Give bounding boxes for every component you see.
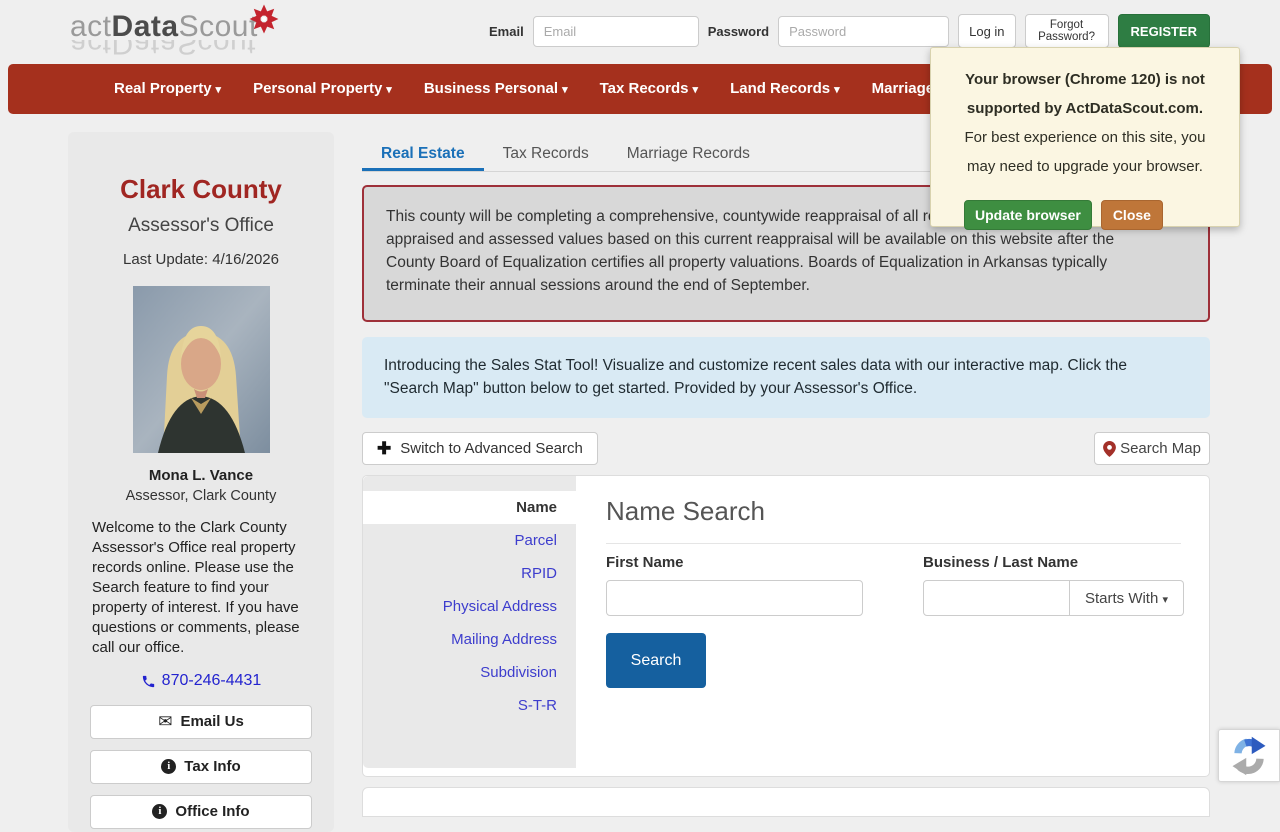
phone-icon [142, 675, 154, 687]
login-button[interactable]: Log in [958, 14, 1016, 48]
search-nav-parcel[interactable]: Parcel [363, 524, 576, 557]
search-button[interactable]: Search [606, 633, 706, 688]
assessor-title: Assessor, Clark County [125, 488, 277, 504]
search-nav-physical-address[interactable]: Physical Address [363, 590, 576, 623]
pane-title: Name Search [606, 496, 765, 526]
last-name-label: Business / Last Name [923, 554, 1079, 571]
next-panel-edge [362, 787, 1210, 817]
logo-part-scout: Scout [178, 10, 258, 43]
chevron-down-icon: ▾ [692, 84, 699, 96]
search-type-nav: Name Parcel RPID Physical Address Mailin… [363, 476, 576, 768]
info-icon: i [152, 804, 168, 819]
popup-message: For best experience on this site, you ma… [964, 129, 1206, 175]
office-subtitle: Assessor's Office [128, 215, 274, 236]
password-field[interactable] [778, 15, 950, 47]
update-browser-button[interactable]: Update browser [964, 200, 1092, 230]
email-us-button[interactable]: ✉ Email Us [90, 704, 312, 739]
assessor-portrait [132, 286, 270, 453]
site-logo[interactable]: actDataScout [70, 10, 258, 44]
nav-tax-records[interactable]: Tax Records ▾ [584, 64, 714, 114]
logo-reflection: actDataScout [70, 40, 257, 60]
search-nav-name[interactable]: Name [363, 491, 576, 524]
search-map-button[interactable]: Search Map [1094, 432, 1210, 465]
first-name-input[interactable] [606, 580, 863, 616]
search-nav-mailing-address[interactable]: Mailing Address [363, 623, 576, 656]
close-popup-button[interactable]: Close [1100, 200, 1163, 230]
browser-warning-popup: Your browser (Chrome 120) is not support… [930, 47, 1240, 230]
nav-land-records[interactable]: Land Records ▾ [714, 64, 856, 114]
chevron-down-icon: ▾ [386, 84, 392, 96]
map-pin-icon [1103, 440, 1116, 457]
logo-part-data: Data [111, 10, 179, 43]
nav-business-personal[interactable]: Business Personal ▾ [408, 64, 584, 114]
chevron-down-icon: ▾ [834, 84, 840, 96]
first-name-label: First Name [606, 554, 684, 571]
last-name-input[interactable] [923, 580, 1070, 616]
phone-link[interactable]: 870-246-4431 [141, 672, 262, 690]
county-title: Clark County [120, 174, 282, 204]
tab-real-estate[interactable]: Real Estate [362, 139, 484, 171]
name-search-pane: Name Search First Name Business / Last N… [576, 476, 1209, 776]
last-update: Last Update: 4/16/2026 [123, 251, 279, 268]
recaptcha-badge[interactable] [1218, 729, 1280, 782]
chevron-down-icon: ▾ [562, 84, 568, 96]
county-sidebar: Clark County Assessor's Office Last Upda… [68, 132, 334, 832]
info-icon: i [161, 759, 177, 774]
welcome-text: Welcome to the Clark County Assessor's O… [92, 519, 300, 656]
divider [606, 543, 1181, 544]
register-button[interactable]: REGISTER [1117, 14, 1210, 48]
phone-number: 870-246-4431 [161, 672, 262, 689]
tab-marriage-records[interactable]: Marriage Records [608, 139, 769, 171]
login-bar: Email Password Log in Forgot Password? R… [489, 14, 1210, 48]
advanced-search-button[interactable]: ✚ Switch to Advanced Search [362, 432, 598, 465]
email-label: Email [489, 23, 524, 39]
search-nav-subdivision[interactable]: Subdivision [363, 656, 576, 689]
email-field[interactable] [532, 15, 699, 47]
chevron-down-icon: ▾ [1162, 593, 1169, 606]
sales-stat-tool-info: Introducing the Sales Stat Tool! Visuali… [362, 337, 1210, 418]
logo-part-act: act [70, 10, 112, 43]
popup-message-bold: Your browser (Chrome 120) is not support… [965, 71, 1205, 117]
password-label: Password [707, 23, 770, 39]
chevron-down-icon: ▾ [215, 84, 222, 96]
recaptcha-icon [1232, 736, 1266, 775]
tax-info-button[interactable]: i Tax Info [90, 749, 312, 784]
plus-icon: ✚ [377, 438, 392, 458]
assessor-name: Mona L. Vance [148, 467, 254, 484]
forgot-password-button[interactable]: Forgot Password? [1024, 14, 1109, 48]
search-panel: Name Parcel RPID Physical Address Mailin… [362, 475, 1210, 777]
tab-tax-records[interactable]: Tax Records [484, 139, 608, 171]
nav-personal-property[interactable]: Personal Property ▾ [237, 64, 408, 114]
nav-real-property[interactable]: Real Property ▾ [98, 64, 237, 114]
search-nav-rpid[interactable]: RPID [363, 557, 576, 590]
envelope-icon: ✉ [158, 711, 173, 731]
pinwheel-logo-icon [249, 4, 279, 34]
search-nav-str[interactable]: S-T-R [363, 689, 576, 722]
match-mode-dropdown[interactable]: Starts With ▾ [1070, 580, 1184, 616]
